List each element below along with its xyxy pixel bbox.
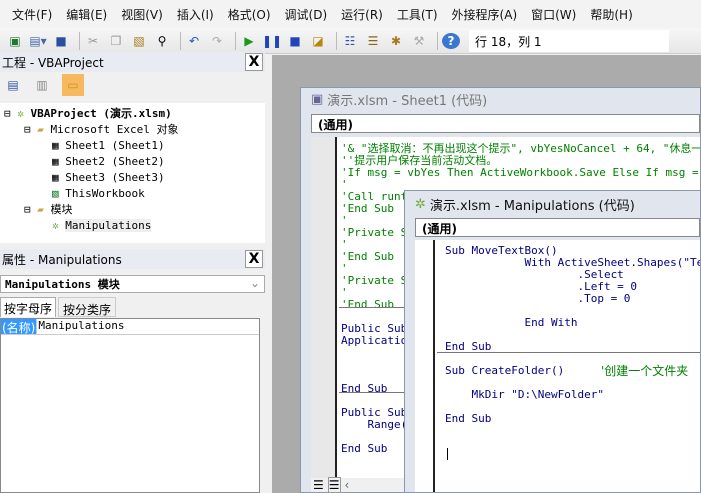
sheet1-title-bar: ▣ 演示.xlsm - Sheet1 (代码): [311, 91, 488, 109]
manipulations-title-bar: ✲ 演示.xlsm - Manipulations (代码): [415, 196, 635, 214]
code-line: MkDir "D:\NewFolder": [445, 388, 604, 401]
undo-icon[interactable]: ↶: [185, 33, 203, 49]
menu-item[interactable]: 外接程序(A): [452, 6, 518, 23]
code-window-icon: ▣: [311, 91, 324, 107]
manipulations-object-combo[interactable]: (通用): [415, 218, 700, 237]
menu-bar: 文件(F) 编辑(E) 视图(V) 插入(I) 格式(O) 调试(D) 运行(R) 工具(T)…: [0, 0, 701, 28]
text-cursor: [447, 448, 448, 460]
object-browser-icon[interactable]: ✱: [387, 33, 405, 49]
tree-item-sheet2[interactable]: ▦ Sheet2 (Sheet2): [4, 154, 261, 170]
code-line: 'Private Su: [341, 226, 414, 239]
sheet-icon: ▦: [52, 171, 59, 184]
code-line: 'Private Su: [341, 274, 414, 287]
workbook-icon: ▧: [52, 187, 59, 200]
copy-icon[interactable]: ❐: [107, 33, 125, 49]
paste-icon[interactable]: ▧: [130, 33, 148, 49]
project-title: 工程 - VBAProject: [2, 55, 104, 70]
manipulations-code-editor[interactable]: Sub MoveTextBox() With ActiveSheet.Shape…: [415, 240, 700, 492]
save-icon[interactable]: ■: [52, 33, 70, 49]
project-tree: ⊟ ✲ VBAProject (演示.xlsm) ⊟ ▰ Microsoft E…: [0, 103, 265, 243]
tab-categorized[interactable]: 按分类序: [58, 297, 117, 317]
menu-item[interactable]: 视图(V): [121, 6, 163, 23]
project-explorer: 工程 - VBAProject X ▤ ▥ ▭ ⊟ ✲ VBAProject (演…: [0, 52, 265, 247]
tree-item-sheet1[interactable]: ▦ Sheet1 (Sheet1): [4, 138, 261, 154]
run-icon[interactable]: ▶: [240, 33, 258, 49]
menu-item[interactable]: 帮助(H): [590, 6, 632, 23]
project-title-bar: 工程 - VBAProject X: [0, 52, 265, 72]
menu-item[interactable]: 窗口(W): [531, 6, 576, 23]
properties-title: 属性 - Manipulations: [2, 252, 122, 267]
standard-toolbar: ▣ ▤▾ ■ ✂ ❐ ▧ ⚲ ↶ ↷ ▶ ❚❚ ■ ◪ ☷ ☰ ✱ ⚒ ? 行 …: [0, 28, 701, 54]
sheet-icon: ▦: [52, 155, 59, 168]
tree-item-thisworkbook[interactable]: ▧ ThisWorkbook: [4, 186, 261, 202]
property-key: (名称): [1, 319, 37, 335]
module-icon: ✲: [52, 219, 59, 232]
tab-alphabetic[interactable]: 按字母序: [0, 297, 57, 317]
procedure-view-icon[interactable]: ☰: [313, 478, 324, 492]
scroll-left-icon[interactable]: ‹: [345, 478, 350, 492]
code-line: End Sub: [445, 412, 492, 425]
sheet-icon: ▦: [52, 139, 59, 152]
tree-root[interactable]: ⊟ ✲ VBAProject (演示.xlsm): [4, 106, 261, 122]
collapse-icon[interactable]: ⊟: [24, 203, 37, 216]
code-line: 'End Sub: [341, 298, 394, 311]
view-code-icon[interactable]: ▤: [4, 77, 22, 93]
properties-window: 属性 - Manipulations X Manipulations 模块 ⌄ 按字…: [0, 249, 265, 493]
collapse-icon[interactable]: ⊟: [24, 123, 37, 136]
menu-item[interactable]: 工具(T): [397, 6, 438, 23]
menu-item[interactable]: 编辑(E): [66, 6, 107, 23]
excel-icon[interactable]: ▣: [6, 33, 24, 49]
menu-item[interactable]: 调试(D): [285, 6, 328, 23]
sheet1-object-combo[interactable]: (通用): [311, 114, 700, 133]
collapse-icon[interactable]: ⊟: [4, 107, 17, 120]
toolbox-icon[interactable]: ⚒: [410, 33, 428, 49]
folder-icon: ▰: [37, 203, 44, 216]
code-line: End Sub: [341, 382, 388, 395]
chevron-down-icon: ⌄: [249, 276, 260, 290]
properties-title-bar: 属性 - Manipulations X: [0, 249, 265, 269]
project-explorer-icon[interactable]: ☷: [341, 33, 359, 49]
code-line: Sub CreateFolder(): [445, 364, 565, 377]
module-icon: ✲: [415, 196, 426, 212]
view-object-icon[interactable]: ▥: [33, 77, 51, 93]
tree-folder-modules[interactable]: ⊟ ▰ 模块: [4, 202, 261, 218]
code-line: 'End Sub: [341, 202, 394, 215]
stop-icon[interactable]: ■: [286, 33, 304, 49]
find-icon[interactable]: ⚲: [153, 33, 171, 49]
cut-icon[interactable]: ✂: [84, 33, 102, 49]
design-mode-icon[interactable]: ◪: [309, 33, 327, 49]
object-select[interactable]: Manipulations 模块 ⌄: [0, 275, 265, 293]
vbaproject-icon: ✲: [17, 107, 24, 120]
code-line: End Sub: [341, 442, 388, 455]
cursor-position: 行 18，列 1: [469, 29, 669, 52]
code-line: End With: [445, 316, 578, 329]
properties-icon[interactable]: ☰: [364, 33, 382, 49]
help-icon[interactable]: ?: [442, 32, 460, 49]
menu-item[interactable]: 插入(I): [177, 6, 214, 23]
tree-item-sheet3[interactable]: ▦ Sheet3 (Sheet3): [4, 170, 261, 186]
pause-icon[interactable]: ❚❚: [262, 33, 282, 49]
menu-item[interactable]: 格式(O): [228, 6, 271, 23]
code-line: .Top = 0: [445, 292, 631, 305]
code-line: Range(: [341, 418, 408, 431]
tree-folder-excel-objects[interactable]: ⊟ ▰ Microsoft Excel 对象: [4, 122, 261, 138]
folder-icon: ▰: [37, 123, 44, 136]
full-module-view-icon[interactable]: ☰: [327, 477, 341, 493]
close-icon[interactable]: X: [245, 250, 263, 268]
code-comment: '创建一个文件夹: [601, 364, 689, 378]
code-line: Application: [341, 334, 414, 347]
property-grid: (名称) Manipulations: [0, 318, 260, 493]
manipulations-code-window: ✲ 演示.xlsm - Manipulations (代码) (通用) Sub M…: [404, 190, 701, 493]
toggle-folders-icon[interactable]: ▭: [62, 74, 84, 96]
menu-item[interactable]: 运行(R): [341, 6, 383, 23]
property-row-name[interactable]: (名称) Manipulations: [1, 319, 259, 335]
property-value[interactable]: Manipulations: [36, 319, 124, 334]
insert-userform-icon[interactable]: ▤▾: [29, 33, 47, 49]
redo-icon[interactable]: ↷: [208, 33, 226, 49]
code-line: 'If msg = vbYes Then ActiveWorkbook.Save…: [341, 166, 700, 179]
tree-item-manipulations[interactable]: ✲ Manipulations: [4, 218, 261, 234]
code-line: 'End Sub: [341, 250, 394, 263]
close-icon[interactable]: X: [245, 53, 263, 71]
menu-item[interactable]: 文件(F): [12, 6, 52, 23]
